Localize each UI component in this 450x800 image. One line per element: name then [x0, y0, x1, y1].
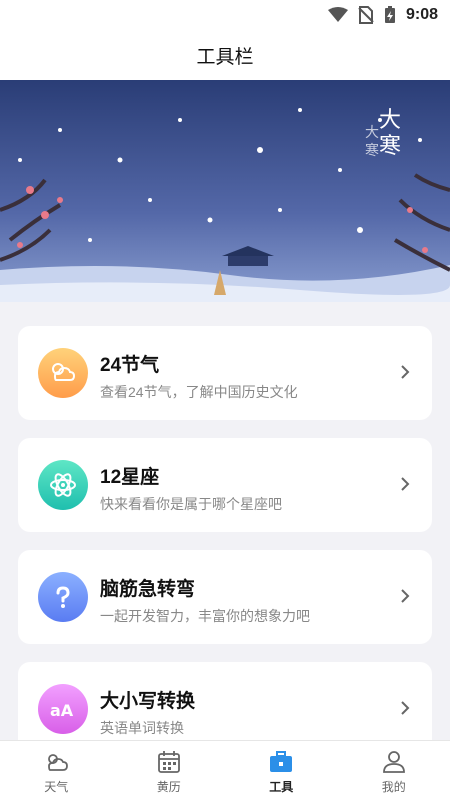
tool-card-zodiac[interactable]: 12星座 快来看看你是属于哪个星座吧 — [18, 438, 432, 532]
question-icon — [38, 572, 88, 622]
tool-title: 脑筋急转弯 — [100, 579, 196, 600]
banner-image[interactable]: 大寒 大寒 — [0, 80, 450, 302]
calendar-icon — [157, 751, 180, 773]
weather-icon — [48, 754, 69, 771]
no-sim-icon — [358, 6, 374, 24]
chevron-right-icon — [401, 365, 410, 379]
atom-icon — [38, 460, 88, 510]
profile-icon — [382, 751, 405, 773]
tool-card-brain-teaser[interactable]: 脑筋急转弯 一起开发智力，丰富你的想象力吧 — [18, 550, 432, 644]
tool-title: 大小写转换 — [100, 691, 196, 712]
nav-item-tools[interactable]: 工具 — [225, 741, 338, 800]
page-title: 工具栏 — [196, 46, 254, 68]
nav-item-weather[interactable]: 天气 — [0, 741, 113, 800]
tool-list: 24节气 查看24节气，了解中国历史文化 12星座 快来看看你是属于哪个星座吧 — [0, 302, 450, 740]
status-icons: 9:08 — [327, 6, 438, 24]
chevron-right-icon — [401, 589, 410, 603]
tool-card-case-convert[interactable]: aA 大小写转换 英语单词转换 — [18, 662, 432, 740]
nav-label: 天气 — [44, 780, 69, 794]
banner-title: 大寒 — [378, 108, 401, 159]
nav-item-almanac[interactable]: 黄历 — [113, 741, 226, 800]
chevron-right-icon — [401, 701, 410, 715]
nav-label: 黄历 — [156, 780, 181, 794]
nav-label: 工具 — [269, 780, 294, 794]
status-time: 9:08 — [405, 6, 438, 23]
header: 工具栏 — [0, 30, 450, 80]
nav-item-mine[interactable]: 我的 — [338, 741, 450, 800]
bottom-navigation: 天气 黄历 工具 我的 — [0, 740, 450, 800]
status-bar: 9:08 — [0, 0, 450, 30]
tool-subtitle: 查看24节气，了解中国历史文化 — [100, 384, 298, 400]
text-case-icon: aA — [38, 684, 88, 734]
tool-subtitle: 英语单词转换 — [100, 720, 184, 736]
svg-text:aA: aA — [50, 701, 74, 720]
tool-subtitle: 快来看看你是属于哪个星座吧 — [100, 496, 282, 512]
tool-subtitle: 一起开发智力，丰富你的想象力吧 — [100, 608, 310, 624]
tool-card-solar-terms[interactable]: 24节气 查看24节气，了解中国历史文化 — [18, 326, 432, 420]
weather-cloud-icon — [38, 348, 88, 398]
nav-label: 我的 — [381, 780, 406, 794]
wifi-icon — [327, 7, 348, 22]
tool-title: 24节气 — [100, 355, 160, 376]
tool-title: 12星座 — [100, 467, 160, 488]
banner-side-text: 大寒 — [365, 125, 379, 159]
chevron-right-icon — [401, 477, 410, 491]
battery-charging-icon — [384, 6, 395, 23]
toolbox-icon — [270, 751, 293, 772]
